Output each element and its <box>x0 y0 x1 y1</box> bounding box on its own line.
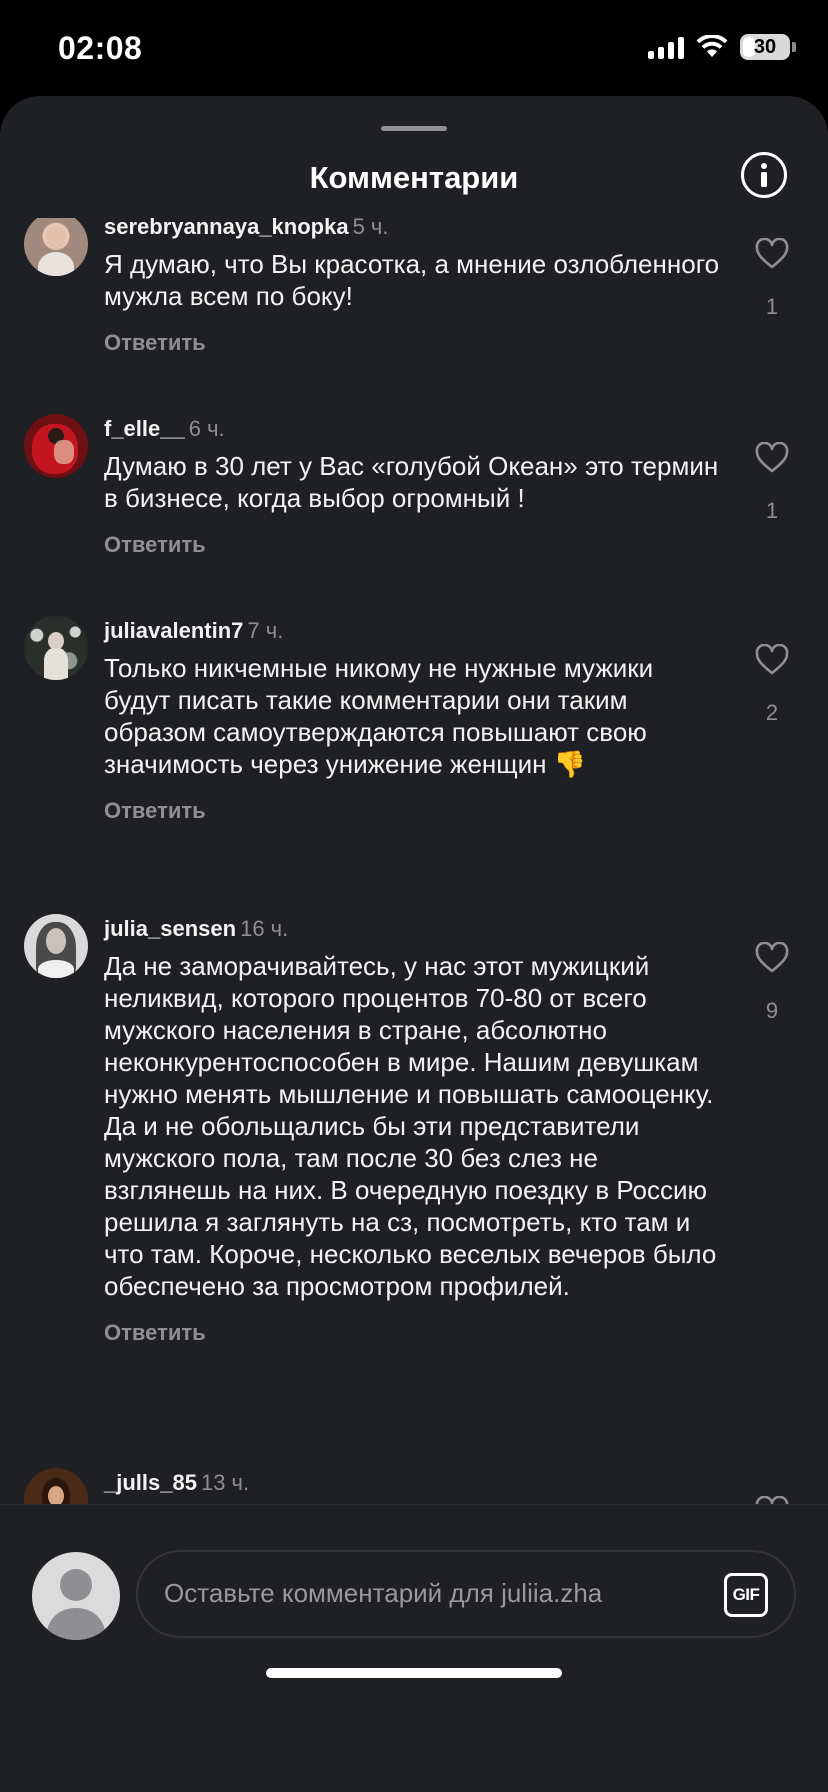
comment-text: Я думаю, что Вы красотка, а мнение озлоб… <box>104 249 720 311</box>
comment-input[interactable]: Оставьте комментарий для juliia.zha GIF <box>136 1550 796 1638</box>
comment-username[interactable]: _julls_85 <box>104 1470 197 1495</box>
battery-icon: 30 <box>740 34 790 60</box>
avatar[interactable] <box>24 914 88 978</box>
comment-header: julia_sensen 16 ч. <box>104 914 724 944</box>
battery-level: 30 <box>753 35 777 58</box>
wifi-icon <box>696 35 728 57</box>
heart-outline-icon <box>755 238 789 269</box>
info-button[interactable] <box>741 152 787 198</box>
status-icons: 30 <box>648 34 796 60</box>
default-avatar-icon <box>46 1569 106 1640</box>
comment-input-placeholder: Оставьте комментарий для juliia.zha <box>164 1578 603 1608</box>
like-count: 1 <box>765 294 779 319</box>
comment-time: 6 ч. <box>188 416 225 441</box>
cellular-signal-icon <box>648 35 684 59</box>
battery-cap <box>792 42 796 52</box>
reply-button[interactable]: Ответить <box>104 798 724 824</box>
like-button[interactable]: 2 <box>754 644 790 726</box>
comment-time: 5 ч. <box>352 218 389 239</box>
heart-outline-icon <box>755 942 789 973</box>
comment-username[interactable]: juliavalentin7 <box>104 618 243 643</box>
comment-time: 13 ч. <box>200 1470 250 1495</box>
status-time: 02:08 <box>58 30 143 66</box>
info-icon <box>761 163 767 187</box>
comment-time: 16 ч. <box>240 916 289 941</box>
avatar[interactable] <box>24 218 88 276</box>
comment-header: f_elle__ 6 ч. <box>104 414 724 444</box>
comment-text: Да не заморачивайтесь, у нас этот мужицк… <box>104 951 717 1301</box>
like-button[interactable]: 1 <box>754 238 790 320</box>
comment-username[interactable]: f_elle__ <box>104 416 185 441</box>
reply-button[interactable]: Ответить <box>104 532 724 558</box>
reply-button[interactable]: Ответить <box>104 330 724 356</box>
avatar[interactable] <box>24 616 88 680</box>
comment-text: Только никчемные никому не нужные мужики… <box>104 653 654 779</box>
home-indicator <box>266 1668 562 1678</box>
sheet-grabber[interactable] <box>381 126 447 131</box>
sheet-title: Комментарии <box>309 160 519 195</box>
like-button[interactable] <box>754 1496 790 1504</box>
gif-button[interactable]: GIF <box>724 1573 768 1617</box>
like-count: 2 <box>765 700 779 725</box>
comment-text: Думаю в 30 лет у Вас «голубой Океан» это… <box>104 451 719 513</box>
comment-header: _julls_85 13 ч. <box>104 1468 724 1498</box>
like-button[interactable]: 1 <box>754 442 790 524</box>
heart-outline-icon <box>755 1496 789 1504</box>
comment-header: serebryannaya_knopka 5 ч. <box>104 218 724 242</box>
comment-list[interactable]: serebryannaya_knopka 5 ч. Я думаю, что Вы… <box>0 218 828 1504</box>
like-count: 1 <box>765 498 779 523</box>
avatar[interactable] <box>24 1468 88 1504</box>
like-button[interactable]: 9 <box>754 942 790 1024</box>
comment-time: 7 ч. <box>247 618 284 643</box>
like-count: 9 <box>765 998 779 1023</box>
heart-outline-icon <box>755 442 789 473</box>
comment-username[interactable]: serebryannaya_knopka <box>104 218 349 239</box>
current-user-avatar[interactable] <box>32 1552 120 1640</box>
comment-username[interactable]: julia_sensen <box>104 916 236 941</box>
comment-header: juliavalentin7 7 ч. <box>104 616 724 646</box>
comments-sheet: Комментарии serebryannaya_knopka 5 ч. Я д… <box>0 96 828 1792</box>
heart-outline-icon <box>755 644 789 675</box>
reply-button[interactable]: Ответить <box>104 1320 724 1346</box>
avatar[interactable] <box>24 414 88 478</box>
status-bar: 02:08 30 <box>0 0 828 96</box>
